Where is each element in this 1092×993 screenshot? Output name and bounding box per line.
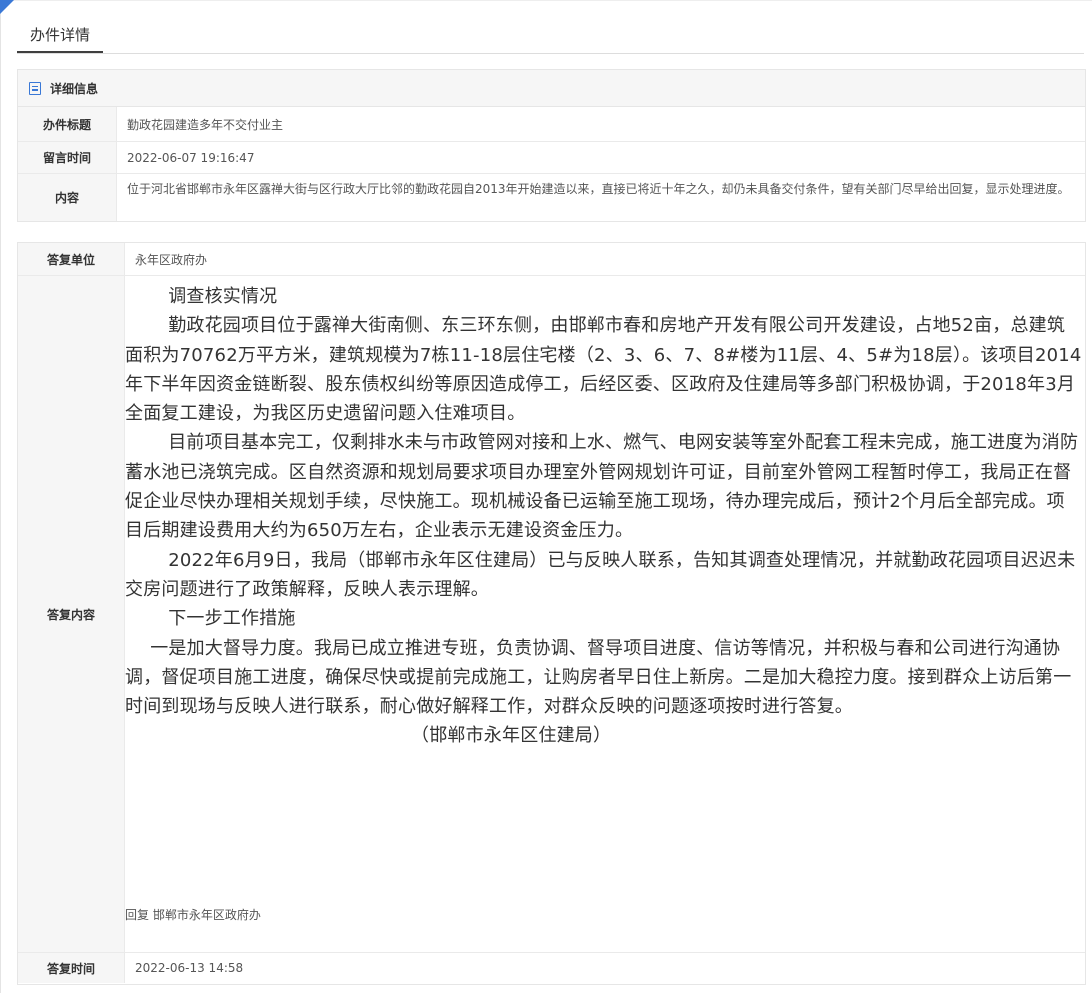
row-reply-time: 答复时间 2022-06-13 14:58 [18,953,1085,983]
message-time-label: 留言时间 [18,142,117,173]
reply-unit-label: 答复单位 [18,243,125,275]
reply-content-body: 调查核实情况 勤政花园项目位于露禅大街南侧、东三环东侧，由邯郸市春和房地产开发有… [125,276,1085,952]
reply-content-text: 调查核实情况 勤政花园项目位于露禅大街南侧、东三环东侧，由邯郸市春和房地产开发有… [125,276,1085,751]
document-list-icon [29,81,41,95]
case-title-label: 办件标题 [18,107,117,141]
message-content-value: 位于河北省邯郸市永年区露禅大街与区行政大厅比邻的勤政花园自2013年开始建造以来… [127,182,1070,196]
reply-paragraph: 勤政花园项目位于露禅大街南侧、东三环东侧，由邯郸市春和房地产开发有限公司开发建设… [125,315,1082,425]
reply-time-label: 答复时间 [18,953,125,983]
reply-paragraph: 2022年6月9日，我局（邯郸市永年区住建局）已与反映人联系，告知其调查处理情况… [125,549,1076,600]
corner-accent [0,0,14,14]
row-case-title: 办件标题 勤政花园建造多年不交付业主 [18,107,1085,142]
reply-paragraph: 调查核实情况 [168,286,278,307]
case-title-value: 勤政花园建造多年不交付业主 [127,117,284,132]
row-reply-unit: 答复单位 永年区政府办 [18,243,1085,276]
message-content-label: 内容 [18,174,117,221]
row-message-content: 内容 位于河北省邯郸市永年区露禅大街与区行政大厅比邻的勤政花园自2013年开始建… [18,174,1085,221]
reply-content-label: 答复内容 [18,276,125,952]
detail-panel-header: 详细信息 [18,70,1085,107]
page-left-border [0,0,1,993]
reply-paragraph: 一是加大督导力度。我局已成立推进专班，负责协调、督导项目进度、信访等情况，并积极… [125,637,1072,718]
tab-case-detail[interactable]: 办件详情 [17,17,104,53]
reply-paragraph: 下一步工作措施 [168,608,296,630]
page-top-border [0,0,1092,1]
message-time-value: 2022-06-07 19:16:47 [127,150,255,165]
reply-signature: （邯郸市永年区住建局） [411,725,612,747]
detail-panel: 详细信息 办件标题 勤政花园建造多年不交付业主 留言时间 2022-06-07 … [17,69,1086,222]
reply-paragraph: 目前项目基本完工，仅剩排水未与市政管网对接和上水、燃气、电网安装等室外配套工程未… [125,432,1079,542]
reply-panel: 答复单位 永年区政府办 答复内容 调查核实情况 勤政花园项目位于露禅大街南侧、东… [17,242,1086,985]
detail-panel-title: 详细信息 [50,81,99,96]
reply-footer: 回复 邯郸市永年区政府办 [125,908,261,922]
reply-unit-value: 永年区政府办 [135,252,208,267]
tab-bar: 办件详情 [17,17,1084,54]
reply-time-value: 2022-06-13 14:58 [135,961,244,975]
row-message-time: 留言时间 2022-06-07 19:16:47 [18,142,1085,174]
row-reply-content: 答复内容 调查核实情况 勤政花园项目位于露禅大街南侧、东三环东侧，由邯郸市春和房… [18,276,1085,953]
